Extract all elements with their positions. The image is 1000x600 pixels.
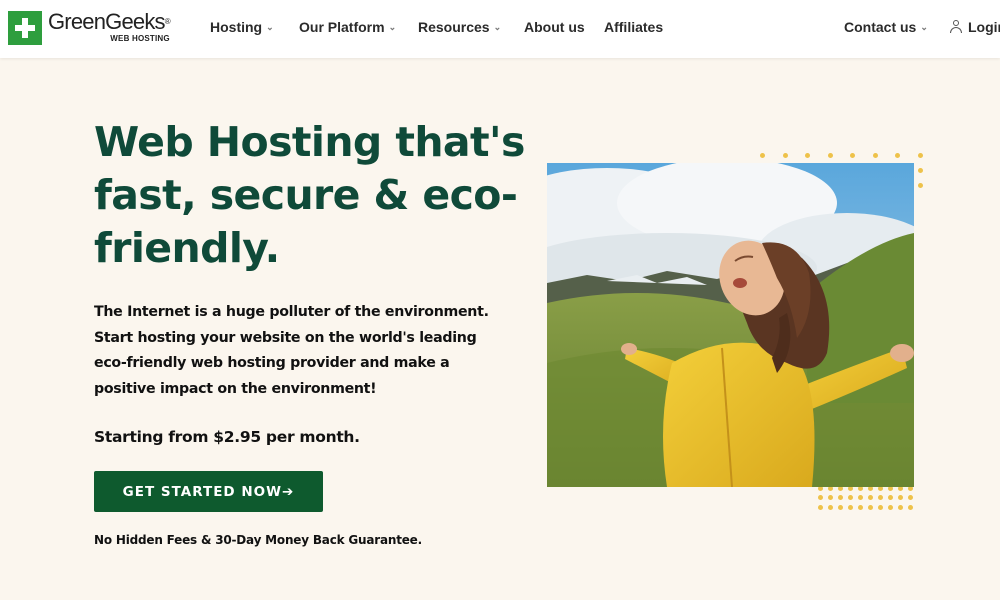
nav-login-label: Login [968,19,1000,35]
decorative-dot [868,495,873,500]
decorative-dot [895,153,900,158]
arrow-right-icon: ➔ [282,483,295,500]
decorative-dot [917,168,923,173]
hero-price: Starting from $2.95 per month. [94,428,360,446]
decorative-dot [898,495,903,500]
chevron-down-icon: ⌄ [920,22,928,32]
nav-contact-us[interactable]: Contact us ⌄ [844,19,928,35]
chevron-down-icon: ⌄ [388,22,397,32]
nav-hosting[interactable]: Hosting ⌄ [210,19,274,35]
decorative-dot [838,504,843,510]
nav-resources[interactable]: Resources ⌄ [418,19,501,35]
decorative-dot [858,495,863,500]
decorative-dot [805,153,810,158]
decorative-dot [838,495,843,500]
decorative-dot [827,153,833,158]
decorative-dot [850,153,855,158]
plus-logo-icon [8,11,42,45]
chevron-down-icon: ⌄ [266,22,274,32]
logo-registered: ® [164,17,171,26]
greengeeks-logo[interactable]: GreenGeeks® WEB HOSTING [8,9,171,47]
logo-wordmark: GreenGeeks® WEB HOSTING [48,9,171,44]
decorative-dot [828,495,833,500]
decorative-dot [908,495,913,500]
decorative-dot [828,504,833,510]
hero-description: The Internet is a huge polluter of the e… [94,304,489,397]
hero-title: Web Hosting that's fast, secure & eco-fr… [94,118,525,272]
user-icon [950,20,962,33]
decorative-dot [872,153,878,158]
decorative-dot [868,504,873,510]
nav-login[interactable]: Login [950,19,1000,35]
decorative-dot [878,504,883,510]
get-started-button[interactable]: GET STARTED NOW ➔ [94,471,323,512]
decorative-dot [878,495,883,500]
decorative-dot [848,495,853,500]
guarantee-text: No Hidden Fees & 30-Day Money Back Guara… [94,533,422,547]
decorative-dot [917,183,923,188]
decorative-dot [888,504,893,510]
decorative-dot [848,504,853,510]
nav-about-us-label: About us [524,19,585,35]
decorative-dot [818,504,823,510]
decorative-dot [898,504,903,510]
nav-about-us[interactable]: About us [524,19,585,35]
logo-name: GreenGeeks [48,9,166,34]
nav-hosting-label: Hosting [210,19,263,35]
site-header: GreenGeeks® WEB HOSTING Hosting ⌄ Our Pla… [0,0,1000,58]
decorative-dot [760,153,765,158]
decorative-dot [858,504,863,510]
decorative-dot [917,153,923,158]
nav-contact-us-label: Contact us [844,19,917,35]
nav-affiliates[interactable]: Affiliates [604,19,663,35]
decorative-dot [888,495,893,500]
chevron-down-icon: ⌄ [493,22,502,32]
nav-affiliates-label: Affiliates [604,19,664,35]
hero-photo [547,163,914,487]
decorative-dot [782,153,788,158]
decorative-dot [818,495,823,500]
nav-our-platform-label: Our Platform [299,19,385,35]
nav-our-platform[interactable]: Our Platform ⌄ [299,19,396,35]
woman-outdoors-image [547,163,914,487]
decorative-dot [908,504,913,510]
get-started-label: GET STARTED NOW [122,483,283,500]
nav-resources-label: Resources [418,19,490,35]
logo-subtitle: WEB HOSTING [110,34,170,43]
